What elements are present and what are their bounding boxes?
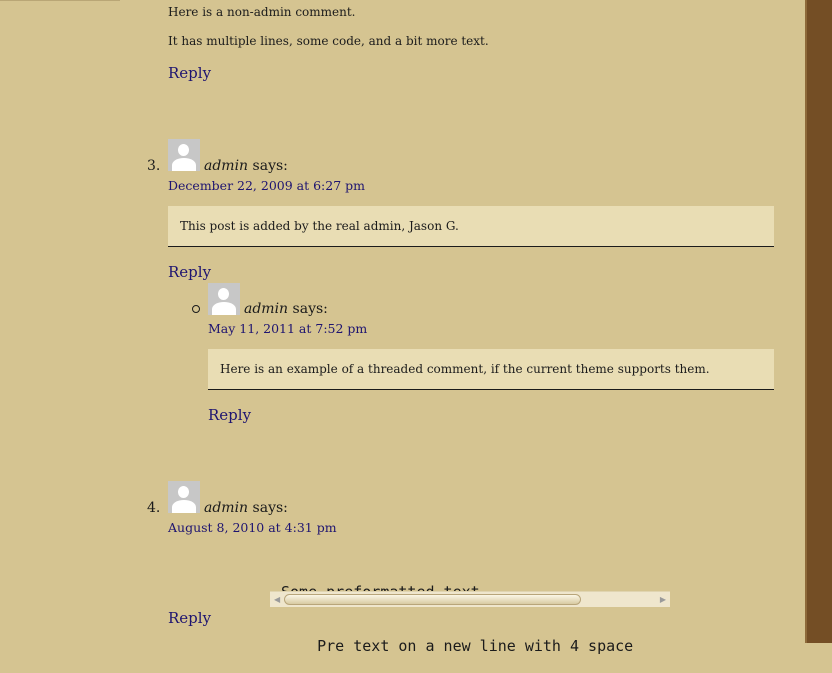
comment-date-link[interactable]: August 8, 2010 at 4:31 pm — [168, 520, 337, 535]
comment-text-line: Here is a non-admin comment. — [168, 5, 356, 19]
comment-number: 3. — [147, 158, 161, 174]
right-border-panel — [805, 0, 832, 643]
says-label: says: — [252, 158, 288, 174]
reply-link[interactable]: Reply — [168, 263, 211, 281]
top-edge-divider — [0, 0, 120, 1]
preformatted-block: Some preformatted text. Pre text on a ne… — [281, 547, 670, 673]
scrollbar-thumb[interactable] — [284, 594, 581, 605]
comment-author-line: admin says: — [204, 500, 288, 516]
comment-author-line: admin says: — [244, 301, 328, 317]
comment-body: Here is an example of a threaded comment… — [220, 362, 710, 376]
comment-body: This post is added by the real admin, Ja… — [180, 219, 459, 233]
reply-link[interactable]: Reply — [168, 609, 211, 627]
horizontal-scrollbar[interactable]: ◀ ▶ — [270, 591, 670, 607]
comment-date-link[interactable]: May 11, 2011 at 7:52 pm — [208, 321, 367, 336]
comment-number: 4. — [147, 500, 161, 516]
says-label: says: — [292, 301, 328, 317]
arrow-right-icon[interactable]: ▶ — [660, 595, 666, 604]
comment-author-line: admin says: — [204, 158, 288, 174]
says-label: says: — [252, 500, 288, 516]
reply-link[interactable]: Reply — [208, 406, 251, 424]
comment-author[interactable]: admin — [204, 158, 248, 174]
list-bullet — [192, 305, 200, 313]
arrow-left-icon[interactable]: ◀ — [274, 595, 280, 604]
comment-body-box: This post is added by the real admin, Ja… — [168, 206, 774, 247]
avatar-icon — [208, 283, 240, 315]
avatar-icon — [168, 481, 200, 513]
pre-line: Pre text on a new line with 4 space — [281, 637, 634, 655]
comment-body-box: Here is an example of a threaded comment… — [208, 349, 774, 390]
comment-text-line: It has multiple lines, some code, and a … — [168, 34, 489, 48]
comment-author[interactable]: admin — [204, 500, 248, 516]
comment-author[interactable]: admin — [244, 301, 288, 317]
comment-date-link[interactable]: December 22, 2009 at 6:27 pm — [168, 178, 365, 193]
avatar-icon — [168, 139, 200, 171]
reply-link[interactable]: Reply — [168, 64, 211, 82]
